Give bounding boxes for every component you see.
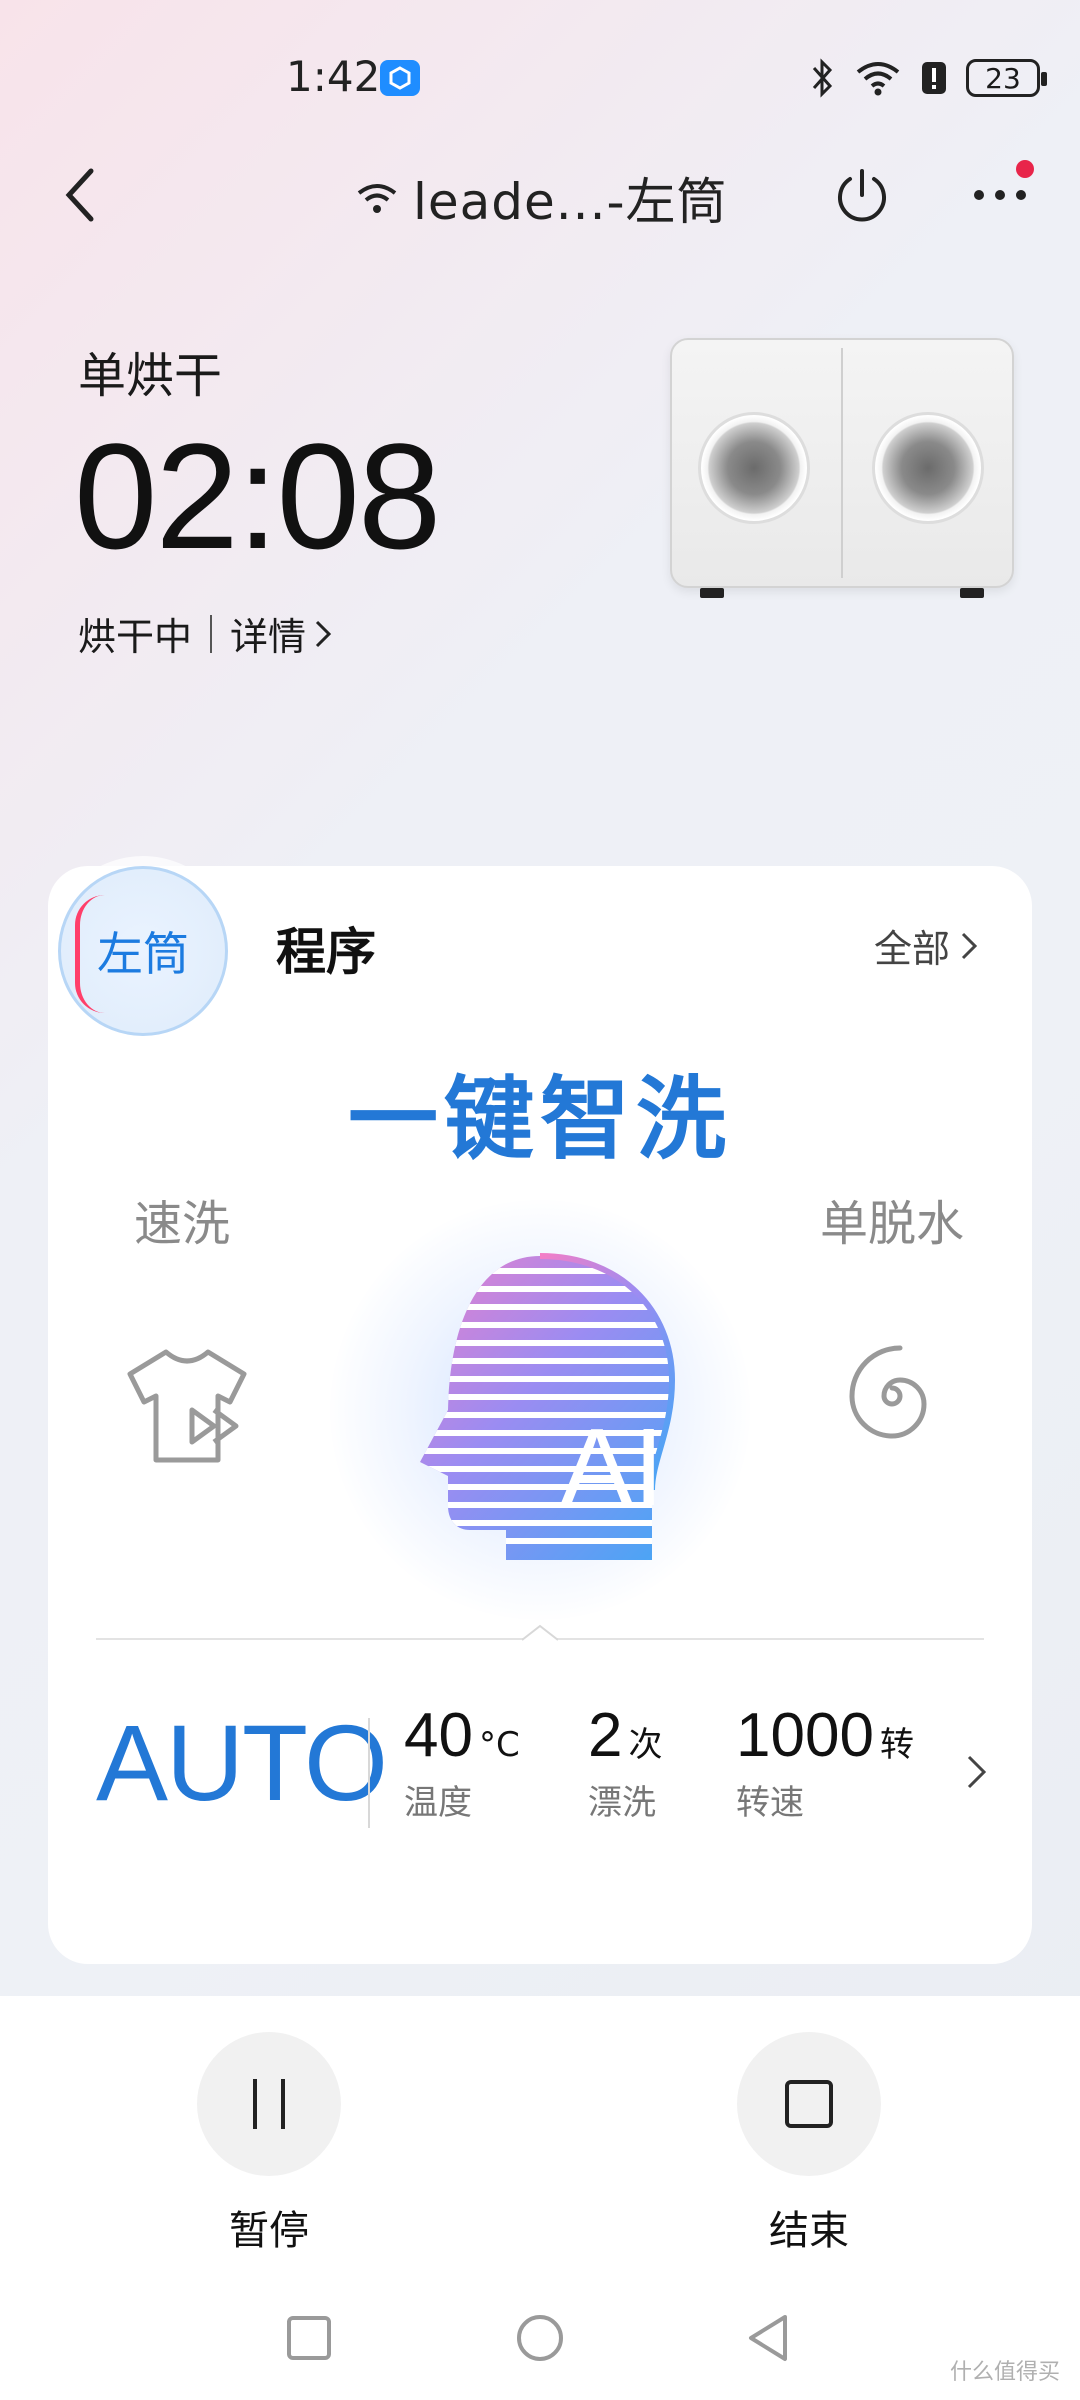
param-unit: 次 bbox=[628, 1725, 663, 1765]
wifi-icon bbox=[357, 184, 397, 213]
selected-program: 一键智洗 bbox=[348, 1067, 732, 1172]
detail-link[interactable]: 详情 bbox=[230, 606, 332, 661]
system-nav-bar bbox=[0, 2300, 1080, 2380]
param-unit: 转 bbox=[879, 1725, 914, 1765]
end-label: 结束 bbox=[769, 2208, 849, 2254]
state-row: 烘干中 详情 bbox=[78, 606, 332, 661]
spin-speed-param[interactable]: 1000 转 转速 bbox=[736, 1700, 914, 1824]
pause-icon bbox=[253, 2079, 285, 2129]
wifi-icon bbox=[856, 62, 900, 96]
divider-notch bbox=[522, 1624, 558, 1641]
washer-image bbox=[670, 338, 1014, 600]
param-value: 40 bbox=[404, 1701, 473, 1770]
chevron-right-icon bbox=[961, 932, 978, 959]
app-notification-icon bbox=[380, 60, 420, 96]
param-value: 1000 bbox=[736, 1701, 874, 1770]
stop-icon bbox=[785, 2080, 833, 2128]
back-nav-button[interactable] bbox=[738, 2308, 798, 2368]
end-button[interactable] bbox=[737, 2032, 881, 2176]
bluetooth-icon bbox=[812, 58, 833, 98]
all-label: 全部 bbox=[874, 927, 951, 971]
pause-label: 暂停 bbox=[229, 2208, 309, 2254]
spin-icon[interactable] bbox=[836, 1340, 948, 1452]
device-name: leade...-左筒 bbox=[413, 173, 728, 231]
drum-selector[interactable]: 左筒 bbox=[58, 866, 228, 1036]
circle-icon bbox=[517, 2315, 563, 2361]
pause-control[interactable]: 暂停 bbox=[194, 2032, 344, 2256]
recents-button[interactable] bbox=[279, 2308, 339, 2368]
square-icon bbox=[287, 2316, 331, 2360]
watermark: 什么值得买 bbox=[949, 2360, 1060, 2385]
program-spin-label[interactable]: 单脱水 bbox=[820, 1184, 964, 1254]
device-title: leade...-左筒 bbox=[355, 162, 728, 234]
params-separator bbox=[368, 1718, 370, 1828]
notification-dot bbox=[1016, 160, 1034, 178]
param-unit: °C bbox=[478, 1725, 520, 1765]
current-mode: 单烘干 bbox=[78, 348, 223, 404]
chevron-right-icon[interactable] bbox=[966, 1754, 988, 1790]
param-label: 漂洗 bbox=[588, 1783, 656, 1823]
power-icon bbox=[838, 169, 886, 222]
param-label: 转速 bbox=[736, 1783, 804, 1823]
program-quick-wash-label[interactable]: 速洗 bbox=[134, 1184, 230, 1254]
remaining-time: 02:08 bbox=[74, 412, 441, 580]
triangle-back-icon bbox=[749, 2315, 787, 2361]
drum-label: 左筒 bbox=[97, 927, 189, 981]
more-icon bbox=[974, 190, 1026, 200]
ai-head-icon[interactable]: AI bbox=[390, 1250, 690, 1570]
battery-level: 23 bbox=[985, 61, 1021, 95]
separator bbox=[210, 614, 213, 653]
status-icons: 23 bbox=[810, 58, 1047, 98]
rinse-param[interactable]: 2次 漂洗 bbox=[588, 1700, 662, 1824]
battery-indicator: 23 bbox=[966, 59, 1047, 97]
program-title: 程序 bbox=[276, 923, 376, 981]
status-time: 1:42 bbox=[286, 52, 381, 101]
auto-mode-value[interactable]: AUTO bbox=[96, 1700, 388, 1825]
ai-label: AI bbox=[560, 1406, 664, 1529]
param-value: 2 bbox=[588, 1701, 623, 1770]
quick-wash-icon[interactable] bbox=[122, 1344, 252, 1468]
power-button[interactable] bbox=[830, 160, 894, 230]
pause-button[interactable] bbox=[197, 2032, 341, 2176]
alert-icon bbox=[922, 62, 946, 94]
status-bar: 1:42 23 bbox=[0, 0, 1080, 160]
temperature-param[interactable]: 40 °C 温度 bbox=[404, 1700, 520, 1824]
chevron-left-icon bbox=[65, 168, 94, 222]
end-control[interactable]: 结束 bbox=[734, 2032, 884, 2256]
chevron-right-icon bbox=[315, 620, 332, 647]
running-state: 烘干中 bbox=[78, 615, 193, 659]
param-label: 温度 bbox=[404, 1783, 472, 1823]
home-button[interactable] bbox=[510, 2308, 570, 2368]
all-programs-link[interactable]: 全部 bbox=[874, 918, 978, 973]
detail-label: 详情 bbox=[230, 615, 307, 659]
back-button[interactable] bbox=[50, 160, 110, 230]
